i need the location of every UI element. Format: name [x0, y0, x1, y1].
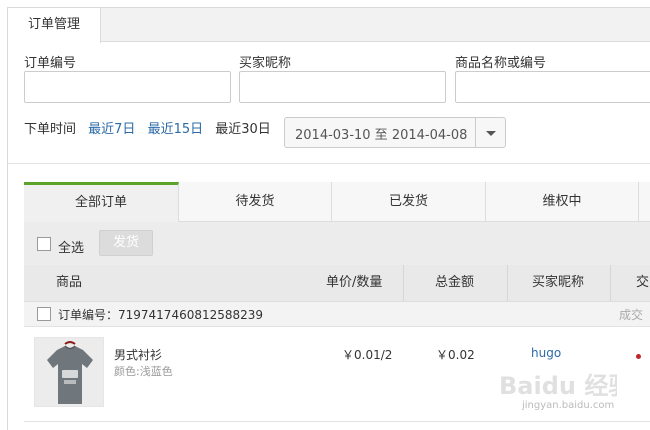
- column-divider: [610, 265, 611, 301]
- buyer-link[interactable]: hugo: [531, 346, 561, 360]
- order-number-input[interactable]: [24, 71, 231, 103]
- tab-in-dispute[interactable]: 维权中: [486, 182, 639, 222]
- order-management-panel: 订单管理 订单编号 买家昵称 商品名称或编号 下单时间 最近7日 最近15日 最…: [7, 7, 650, 430]
- tshirt-icon: [35, 338, 103, 406]
- deal-time-label: 成交: [619, 308, 644, 322]
- top-tab-bar: 订单管理: [8, 8, 650, 43]
- date-range-value: 2014-03-10 至 2014-04-08: [295, 128, 468, 143]
- order-toolbar: 全选 发货: [24, 222, 650, 265]
- last-30-days-option[interactable]: 最近30日: [215, 122, 271, 137]
- date-range-picker[interactable]: 2014-03-10 至 2014-04-08: [284, 117, 506, 148]
- chevron-down-icon[interactable]: [475, 118, 505, 147]
- order-status-tabs: 全部订单 待发货 已发货 维权中: [24, 182, 650, 222]
- product-name-label: 商品名称或编号: [455, 56, 547, 71]
- column-product: 商品: [56, 275, 83, 290]
- select-all-label: 全选: [58, 241, 85, 256]
- tab-order-management[interactable]: 订单管理: [8, 8, 101, 43]
- tab-awaiting-shipment[interactable]: 待发货: [179, 182, 332, 222]
- order-time-label: 下单时间: [24, 122, 77, 137]
- product-color: 颜色:浅蓝色: [114, 365, 173, 378]
- order-number-label: 订单编号: [24, 56, 77, 71]
- order-header-row: 订单编号：7197417460812588239 成交: [24, 301, 650, 327]
- order-number-text: 订单编号：7197417460812588239: [58, 308, 264, 322]
- section-divider: [8, 163, 650, 164]
- column-divider: [403, 265, 404, 301]
- unit-price-quantity: ￥0.01/2: [342, 348, 393, 362]
- total-amount: ￥0.02: [436, 348, 475, 362]
- buyer-nickname-input[interactable]: [239, 71, 446, 103]
- watermark-url: jingyan.baidu.com: [522, 400, 615, 411]
- product-name[interactable]: 男式衬衫: [114, 346, 162, 363]
- order-table-header: 商品 单价/数量 总金额 买家昵称 交: [24, 265, 650, 301]
- select-all-checkbox[interactable]: [37, 237, 51, 251]
- order-time-filter: 下单时间 最近7日 最近15日 最近30日: [24, 121, 279, 139]
- column-status: 交: [636, 275, 650, 290]
- tab-all-orders[interactable]: 全部订单: [24, 182, 179, 222]
- column-total-amount: 总金额: [435, 275, 475, 290]
- product-name-input[interactable]: [455, 71, 650, 103]
- column-price-quantity: 单价/数量: [326, 275, 383, 290]
- ship-button[interactable]: 发货: [99, 230, 153, 256]
- product-thumbnail[interactable]: [34, 337, 104, 407]
- tab-shipped[interactable]: 已发货: [332, 182, 486, 222]
- order-checkbox[interactable]: [37, 307, 51, 321]
- column-buyer-nickname: 买家昵称: [532, 275, 585, 290]
- status-dot-icon: [636, 354, 641, 359]
- last-15-days-link[interactable]: 最近15日: [148, 122, 204, 137]
- last-7-days-link[interactable]: 最近7日: [88, 122, 135, 137]
- column-divider: [507, 265, 508, 301]
- buyer-nickname-label: 买家昵称: [239, 56, 292, 71]
